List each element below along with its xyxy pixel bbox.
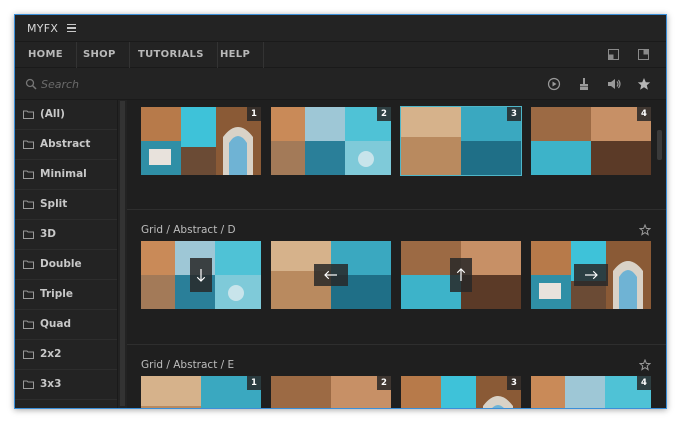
arrow-left-icon xyxy=(314,264,348,286)
preset-thumbnail[interactable] xyxy=(401,241,521,309)
preset-thumbnail[interactable]: 4 xyxy=(531,376,651,408)
preset-number-badge: 3 xyxy=(507,376,521,390)
folder-icon xyxy=(23,200,34,209)
volume-icon[interactable] xyxy=(607,77,621,91)
sidebar-item-label: Split xyxy=(40,198,68,210)
sidebar-item-3x3[interactable]: 3x3 xyxy=(15,370,117,400)
preset-thumbnail[interactable]: 1 xyxy=(141,107,261,175)
nav-shop[interactable]: SHOP xyxy=(70,42,130,68)
sidebar-item-label: Double xyxy=(40,258,82,270)
folder-icon xyxy=(23,320,34,329)
content-scrollbar[interactable] xyxy=(657,100,662,408)
preset-thumbnail[interactable]: 2 xyxy=(271,376,391,408)
search-bar xyxy=(15,68,666,100)
preset-number-badge: 1 xyxy=(247,376,261,390)
preset-section: Grid / Abstract / D xyxy=(127,210,666,345)
thumbnail-image xyxy=(531,376,651,408)
preset-thumbnail[interactable] xyxy=(141,241,261,309)
preset-thumbnail[interactable]: 4 xyxy=(531,107,651,175)
folder-icon xyxy=(23,350,34,359)
preset-number-badge: 1 xyxy=(247,107,261,121)
nav-home[interactable]: HOME xyxy=(15,42,77,68)
favorites-star-icon[interactable] xyxy=(637,77,651,91)
preset-number-badge: 2 xyxy=(377,376,391,390)
sidebar-item-label: Minimal xyxy=(40,168,87,180)
thumbnail-image xyxy=(531,107,651,175)
nav-tutorials[interactable]: TUTORIALS xyxy=(125,42,218,68)
sidebar-item-label: Quad xyxy=(40,318,72,330)
preset-thumbnail[interactable]: 3 xyxy=(401,376,521,408)
sidebar-scrollbar[interactable] xyxy=(120,101,125,406)
folder-icon xyxy=(23,110,34,119)
preset-thumbnail[interactable] xyxy=(271,241,391,309)
thumbnail-image xyxy=(141,376,261,408)
nav-help[interactable]: HELP xyxy=(207,42,265,68)
play-icon[interactable] xyxy=(547,77,561,91)
search-icon xyxy=(25,78,37,90)
main-nav: HOME SHOP TUTORIALS HELP xyxy=(15,42,666,68)
app-title: MYFX xyxy=(27,22,59,35)
preset-thumbnail[interactable]: 3 xyxy=(400,106,522,176)
category-sidebar: (All) Abstract Minimal Split 3D Double Triple Q… xyxy=(15,100,118,408)
sidebar-item-double[interactable]: Double xyxy=(15,250,117,280)
sidebar-item-label: Triple xyxy=(40,288,74,300)
preset-thumbnail[interactable] xyxy=(531,241,651,309)
folder-icon xyxy=(23,260,34,269)
preset-browser: 1 2 3 4 Grid / Abstract / D Grid / Abstract… xyxy=(127,100,666,408)
sidebar-item-minimal[interactable]: Minimal xyxy=(15,160,117,190)
preset-thumbnail[interactable]: 1 xyxy=(141,376,261,408)
thumbnail-image xyxy=(401,376,521,408)
thumbnail-image xyxy=(271,376,391,408)
sidebar-item-3d[interactable]: 3D xyxy=(15,220,117,250)
sidebar-item-abstract[interactable]: Abstract xyxy=(15,130,117,160)
favorite-star-icon[interactable] xyxy=(639,224,651,236)
sidebar-item-quad[interactable]: Quad xyxy=(15,310,117,340)
folder-icon xyxy=(23,170,34,179)
app-window: MYFX HOME SHOP TUTORIALS HELP Search (Al… xyxy=(14,14,667,409)
favorite-star-icon[interactable] xyxy=(639,359,651,371)
sidebar-item-label: Abstract xyxy=(40,138,91,150)
preset-number-badge: 4 xyxy=(637,376,651,390)
collapse-window-icon[interactable] xyxy=(607,48,620,61)
sidebar-item-split[interactable]: Split xyxy=(15,190,117,220)
expand-window-icon[interactable] xyxy=(637,48,650,61)
section-title: Grid / Abstract / E xyxy=(141,359,235,371)
sidebar-item-label: 3x3 xyxy=(40,378,62,390)
preset-thumbnail[interactable]: 2 xyxy=(271,107,391,175)
arrow-up-icon xyxy=(450,258,472,292)
folder-icon xyxy=(23,380,34,389)
sidebar-item-label: 2x2 xyxy=(40,348,62,360)
preset-number-badge: 3 xyxy=(507,107,521,121)
section-title: Grid / Abstract / D xyxy=(141,224,236,236)
folder-icon xyxy=(23,290,34,299)
search-input[interactable] xyxy=(41,76,241,92)
preset-section: Grid / Abstract / E 1 2 3 4 xyxy=(127,345,666,408)
title-bar: MYFX xyxy=(15,15,666,42)
sidebar-item-2x2[interactable]: 2x2 xyxy=(15,340,117,370)
thumbnail-image xyxy=(401,107,521,175)
sidebar-item-triple[interactable]: Triple xyxy=(15,280,117,310)
arrow-right-icon xyxy=(574,264,608,286)
sidebar-item-all[interactable]: (All) xyxy=(15,100,117,130)
folder-icon xyxy=(23,140,34,149)
brush-icon[interactable] xyxy=(577,77,591,91)
sidebar-item-label: (All) xyxy=(40,108,65,120)
arrow-down-icon xyxy=(190,258,212,292)
preset-number-badge: 2 xyxy=(377,107,391,121)
preset-section: 1 2 3 4 xyxy=(127,100,666,210)
thumbnail-image xyxy=(271,107,391,175)
thumbnail-image xyxy=(141,107,261,175)
menu-icon[interactable] xyxy=(67,21,81,35)
sidebar-item-label: 3D xyxy=(40,228,57,240)
folder-icon xyxy=(23,230,34,239)
preset-number-badge: 4 xyxy=(637,107,651,121)
